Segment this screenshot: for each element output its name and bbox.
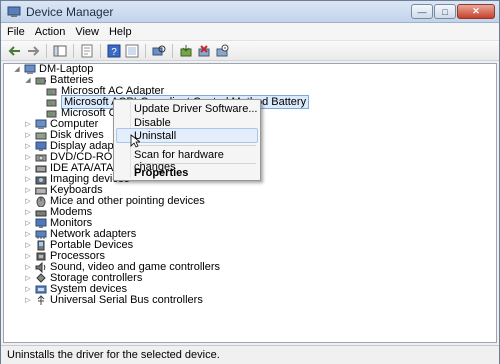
display-adapter-icon (35, 141, 47, 151)
menu-item-properties[interactable]: Properties (134, 167, 188, 179)
menu-separator (136, 163, 256, 164)
help-button[interactable]: ? (106, 43, 122, 59)
console-tree-icon (53, 45, 67, 56)
scan-hardware-button[interactable] (151, 43, 167, 59)
tree-category-label: Universal Serial Bus controllers (50, 294, 203, 306)
window-title: Device Manager (26, 4, 114, 19)
menu-file[interactable]: File (7, 26, 25, 38)
disk-drive-icon (35, 132, 47, 139)
back-button[interactable] (7, 43, 23, 59)
expand-arrow-icon[interactable]: ▷ (24, 230, 32, 239)
menu-view[interactable]: View (75, 26, 99, 38)
expand-arrow-icon[interactable]: ▷ (24, 208, 32, 217)
expand-arrow-icon[interactable]: ▷ (24, 186, 32, 195)
view-button[interactable] (124, 43, 140, 59)
expand-arrow-icon[interactable]: ▷ (24, 131, 32, 140)
minimize-icon: — (417, 6, 427, 17)
status-bar: Uninstalls the driver for the selected d… (1, 345, 499, 364)
mouse-icon (36, 196, 46, 207)
expand-arrow-icon[interactable]: ▷ (24, 175, 32, 184)
battery-device-icon (46, 99, 57, 106)
monitor-icon (35, 218, 47, 228)
device-manager-icon (7, 6, 21, 17)
show-hide-console-tree-button[interactable] (52, 43, 68, 59)
help-icon: ? (107, 44, 121, 58)
processor-icon (36, 252, 46, 260)
expand-arrow-icon[interactable]: ▷ (24, 274, 32, 283)
expand-arrow-icon[interactable]: ▷ (24, 263, 32, 272)
keyboard-icon (35, 187, 47, 194)
usb-icon (37, 294, 45, 305)
close-icon: ✕ (472, 6, 480, 16)
disable-button[interactable] (214, 43, 230, 59)
toolbar-separator (145, 43, 146, 58)
menu-item-disable[interactable]: Disable (134, 117, 171, 129)
update-driver-button[interactable] (178, 43, 194, 59)
title-bar: Device Manager — □ ✕ (1, 1, 499, 23)
system-device-icon (35, 285, 47, 293)
mouse-cursor-icon (130, 134, 140, 148)
uninstall-icon (198, 44, 210, 56)
svg-text:?: ? (111, 47, 117, 58)
modem-icon (35, 210, 47, 216)
expand-arrow-icon[interactable]: ▷ (24, 241, 32, 250)
expand-arrow-icon[interactable]: ▷ (24, 164, 32, 173)
expand-arrow-icon[interactable]: ▷ (24, 296, 32, 305)
scan-hardware-icon (152, 45, 166, 55)
toolbar-separator (172, 43, 173, 58)
forward-arrow-icon (28, 45, 40, 56)
expand-arrow-icon[interactable]: ▷ (24, 153, 32, 162)
collapse-arrow-icon[interactable]: ◢ (13, 65, 21, 74)
disable-icon (216, 44, 229, 56)
maximize-icon: □ (442, 6, 448, 17)
window-controls: — □ ✕ (411, 4, 495, 19)
uninstall-button[interactable] (196, 43, 212, 59)
back-arrow-icon (8, 45, 20, 56)
portable-device-icon (37, 240, 45, 250)
expand-arrow-icon[interactable]: ▷ (24, 142, 32, 151)
expand-arrow-icon[interactable]: ▷ (24, 197, 32, 206)
computer-icon (24, 64, 36, 74)
update-driver-icon (180, 44, 192, 56)
tree-category-usb-controllers[interactable]: ▷ Universal Serial Bus controllers (24, 294, 203, 306)
menu-action[interactable]: Action (35, 26, 66, 38)
battery-icon (35, 77, 46, 84)
expand-arrow-icon[interactable]: ▷ (24, 252, 32, 261)
forward-button[interactable] (25, 43, 41, 59)
expand-arrow-icon[interactable]: ▷ (24, 120, 32, 129)
device-tree-pane: ◢ DM-Laptop ◢ Batteries Microsoft AC Ada… (3, 63, 497, 343)
context-menu: Update Driver Software... Disable Uninst… (113, 99, 261, 181)
menu-item-uninstall[interactable]: Uninstall (134, 130, 176, 142)
dvd-drive-icon (35, 154, 47, 161)
computer-icon (35, 119, 47, 129)
status-text: Uninstalls the driver for the selected d… (7, 349, 220, 361)
expand-arrow-icon[interactable]: ▷ (24, 219, 32, 228)
close-button[interactable]: ✕ (457, 4, 495, 19)
ide-controller-icon (35, 165, 47, 172)
storage-controller-icon (36, 272, 46, 283)
view-icon (125, 44, 139, 57)
properties-button[interactable] (79, 43, 95, 59)
battery-device-icon (46, 110, 57, 117)
properties-icon (81, 44, 93, 57)
menu-separator (136, 145, 256, 146)
menu-item-update-driver[interactable]: Update Driver Software... (134, 103, 258, 115)
menu-bar: File Action View Help (1, 23, 499, 41)
toolbar: ? (1, 41, 499, 61)
speaker-icon (35, 261, 46, 273)
battery-device-icon (46, 88, 57, 95)
network-adapter-icon (35, 230, 47, 239)
device-manager-window: Device Manager — □ ✕ File Action View He… (0, 0, 500, 364)
menu-help[interactable]: Help (109, 26, 132, 38)
toolbar-separator (46, 43, 47, 58)
collapse-arrow-icon[interactable]: ◢ (24, 76, 32, 85)
toolbar-separator (73, 43, 74, 58)
camera-icon (35, 176, 47, 184)
expand-arrow-icon[interactable]: ▷ (24, 285, 32, 294)
minimize-button[interactable]: — (411, 4, 433, 19)
maximize-button[interactable]: □ (434, 4, 456, 19)
toolbar-separator (100, 43, 101, 58)
